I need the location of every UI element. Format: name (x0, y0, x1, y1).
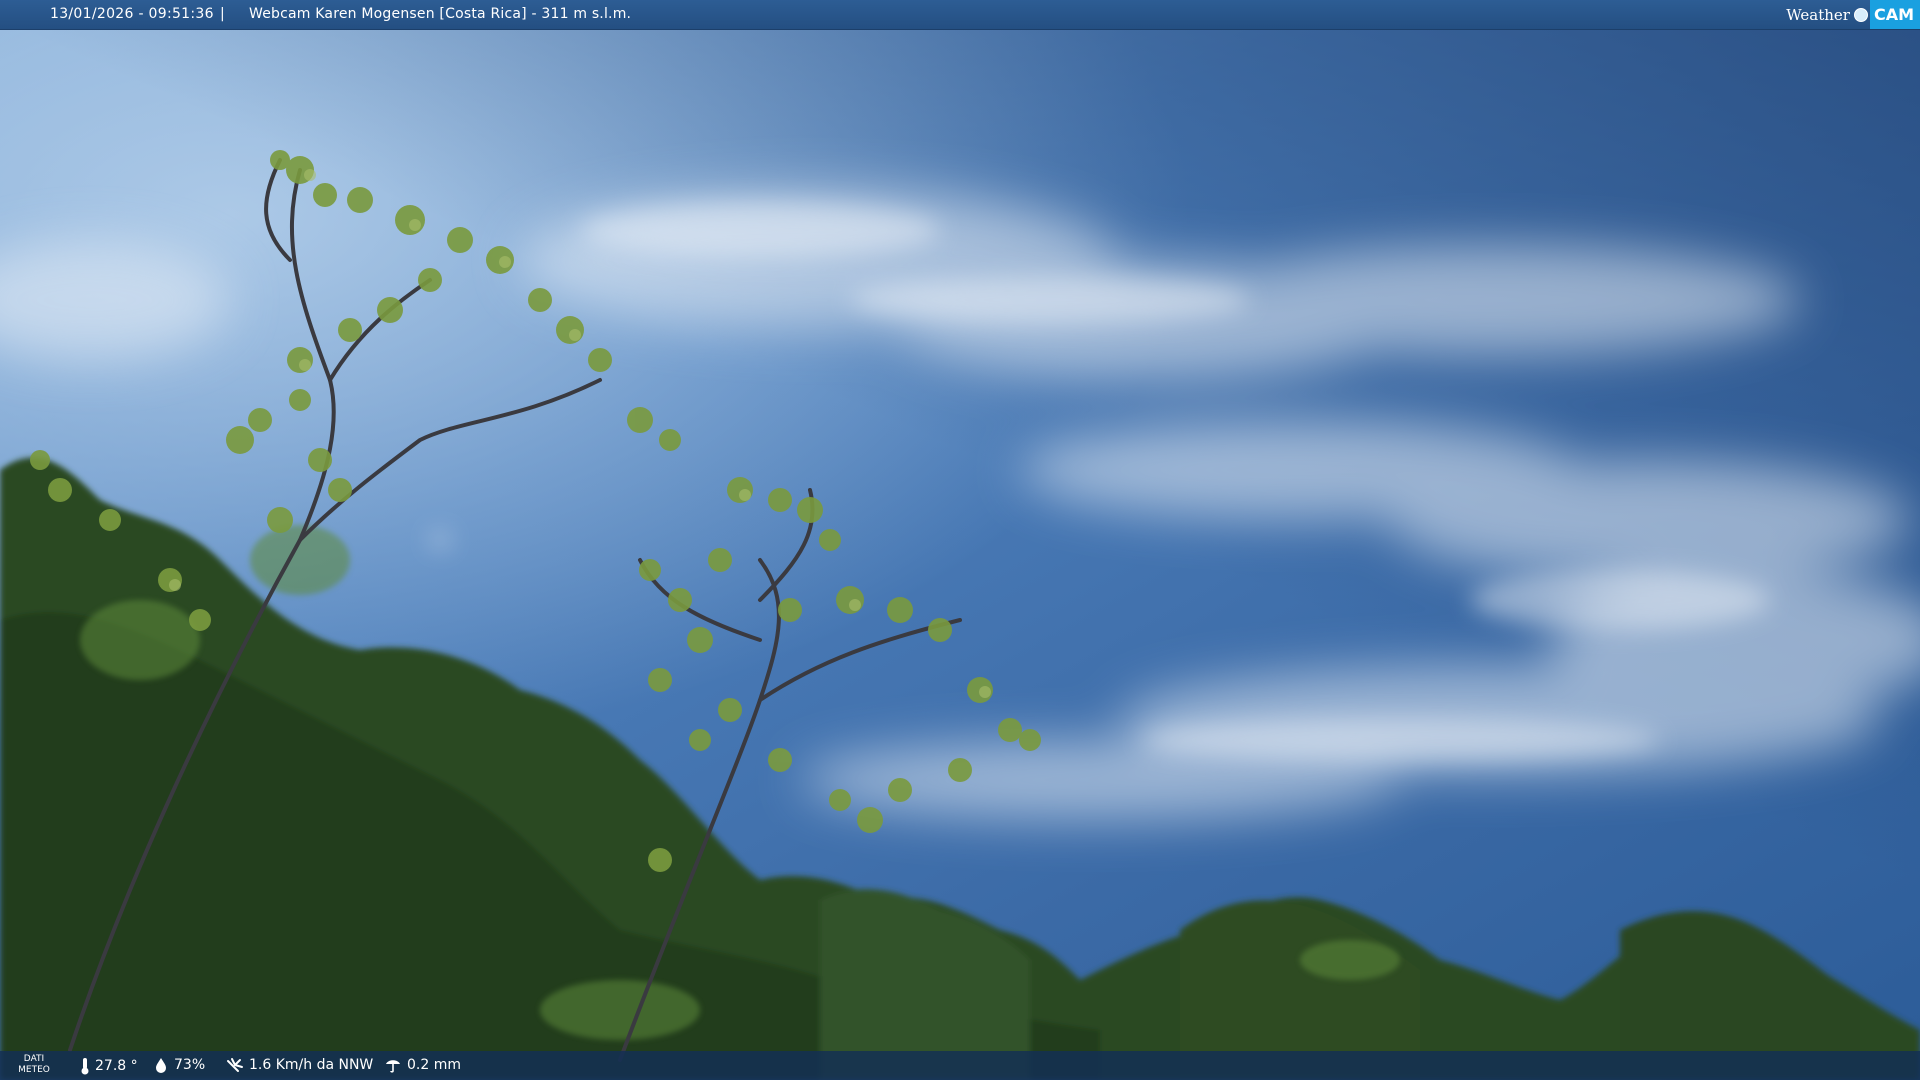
wind-value: 1.6 Km/h da NNW (249, 1057, 374, 1073)
wind-icon (227, 1058, 243, 1072)
header-separator: | (220, 6, 225, 22)
rain-reading: 0.2 mm (384, 1057, 461, 1073)
weather-label-line2: METEO (18, 1065, 50, 1075)
humidity-value: 73% (174, 1057, 206, 1073)
weather-data-bar: DATI METEO 27.8 ° 73% 1.6 Km/h da NNW 0.… (0, 1051, 1920, 1080)
logo-word: Weather (1786, 5, 1850, 24)
temperature-reading: 27.8 ° (80, 1057, 138, 1075)
humidity-drop-icon (156, 1058, 166, 1073)
header-bar: 13/01/2026 - 09:51:36 | Webcam Karen Mog… (0, 0, 1920, 30)
weather-data-label: DATI METEO (12, 1054, 56, 1076)
wind-reading: 1.6 Km/h da NNW (226, 1057, 373, 1073)
webcam-image (0, 0, 1920, 1080)
rain-gauge-icon (386, 1060, 400, 1073)
rain-value: 0.2 mm (407, 1057, 461, 1073)
humidity-reading: 73% (153, 1057, 205, 1073)
logo-cam: CAM (1869, 0, 1920, 29)
weathercam-logo: Weather CAM (1786, 0, 1920, 29)
webcam-title: Webcam Karen Mogensen [Costa Rica] - 311… (249, 6, 632, 22)
timestamp: 13/01/2026 - 09:51:36 (50, 6, 214, 22)
thermometer-icon (81, 1058, 89, 1075)
weather-label-line1: DATI (23, 1054, 45, 1064)
logo-dot-icon (1853, 7, 1868, 22)
temperature-value: 27.8 ° (95, 1058, 138, 1074)
